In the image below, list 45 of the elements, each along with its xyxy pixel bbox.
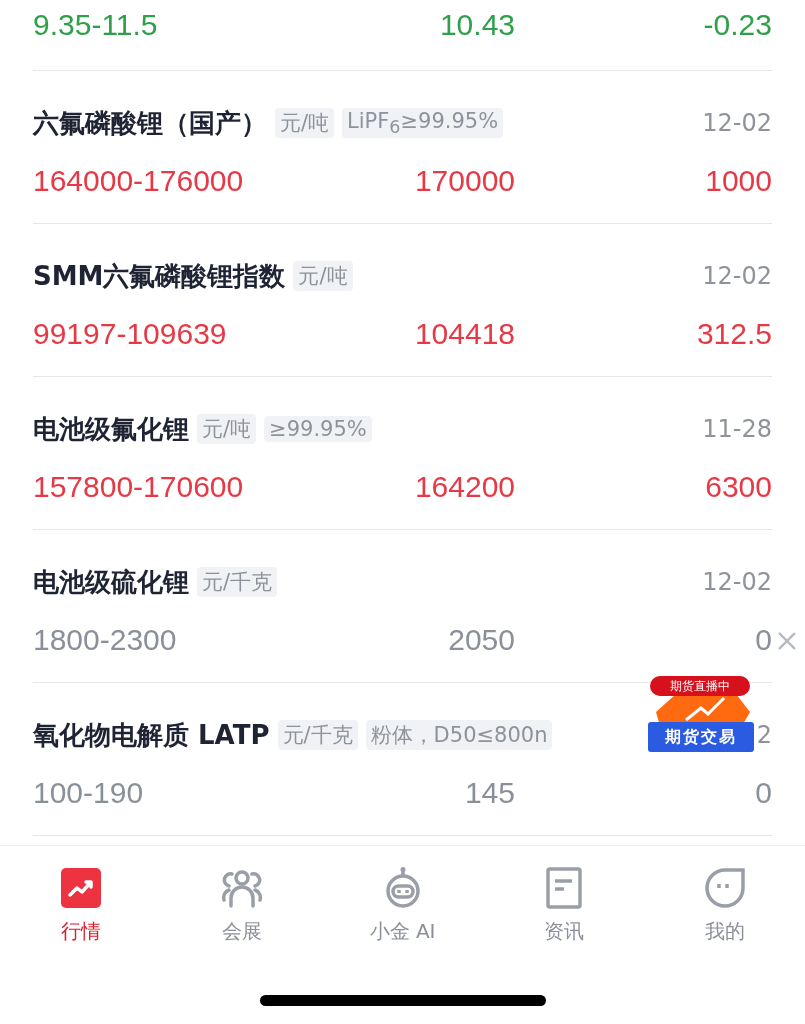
spec-tag: 粉体，D50≤800n bbox=[365, 720, 553, 750]
product-name[interactable]: 电池级硫化锂 bbox=[33, 564, 189, 600]
spec-tag: LiPF$_{6}$≥99.95% bbox=[342, 107, 504, 139]
average-price: 145 bbox=[463, 776, 515, 810]
spec-tag: 元/吨 bbox=[293, 261, 353, 291]
price-date: 12-02 bbox=[702, 262, 772, 290]
average-price: 10.43 bbox=[438, 8, 515, 42]
chart-icon bbox=[58, 866, 103, 910]
average-price: 104418 bbox=[413, 317, 515, 351]
price-range: 1800-2300 bbox=[33, 623, 178, 657]
price-date: 12-02 bbox=[702, 109, 772, 137]
price-change: 312.5 bbox=[695, 317, 772, 351]
spec-tag: 元/千克 bbox=[277, 720, 358, 750]
spec-tag: 元/吨 bbox=[275, 108, 335, 138]
price-change: -0.23 bbox=[702, 8, 772, 42]
price-range: 164000-176000 bbox=[33, 164, 245, 198]
average-price: 2050 bbox=[447, 623, 515, 657]
nav-tab[interactable]: 小金 AI bbox=[322, 846, 483, 945]
price-date: 11-28 bbox=[702, 415, 772, 443]
product-name[interactable]: 电池级氟化锂 bbox=[33, 411, 189, 447]
spec-tag: 元/千克 bbox=[197, 567, 278, 597]
average-price: 164200 bbox=[413, 470, 515, 504]
promo-banner[interactable]: 期货直播中 期货交易 bbox=[646, 676, 756, 756]
product-name[interactable]: SMM六氟磷酸锂指数 bbox=[33, 258, 286, 294]
price-change: 1000 bbox=[704, 164, 772, 198]
price-date: 2 bbox=[756, 721, 772, 749]
average-price: 170000 bbox=[413, 164, 515, 198]
product-name[interactable]: 氧化物电解质 LATP bbox=[33, 717, 270, 753]
nav-tab[interactable]: 资讯 bbox=[483, 846, 644, 945]
spec-tag: ≥99.95% bbox=[264, 416, 372, 442]
face-icon bbox=[702, 866, 747, 910]
price-range: 157800-170600 bbox=[33, 470, 245, 504]
nav-tab[interactable]: 我的 bbox=[644, 846, 805, 945]
price-range: 99197-109639 bbox=[33, 317, 228, 351]
price-change: 0 bbox=[754, 623, 772, 657]
product-name[interactable]: 六氟磷酸锂（国产） bbox=[33, 105, 267, 141]
nav-tab[interactable]: 行情 bbox=[0, 846, 161, 945]
price-date: 12-02 bbox=[702, 568, 772, 596]
price-range: 9.35-11.5 bbox=[33, 8, 159, 42]
spec-tag: 元/吨 bbox=[197, 414, 257, 444]
price-change: 0 bbox=[754, 776, 772, 810]
price-change: 6300 bbox=[704, 470, 772, 504]
nav-tab[interactable]: 会展 bbox=[161, 846, 322, 945]
close-icon[interactable] bbox=[776, 630, 798, 652]
price-range: 100-190 bbox=[33, 776, 145, 810]
